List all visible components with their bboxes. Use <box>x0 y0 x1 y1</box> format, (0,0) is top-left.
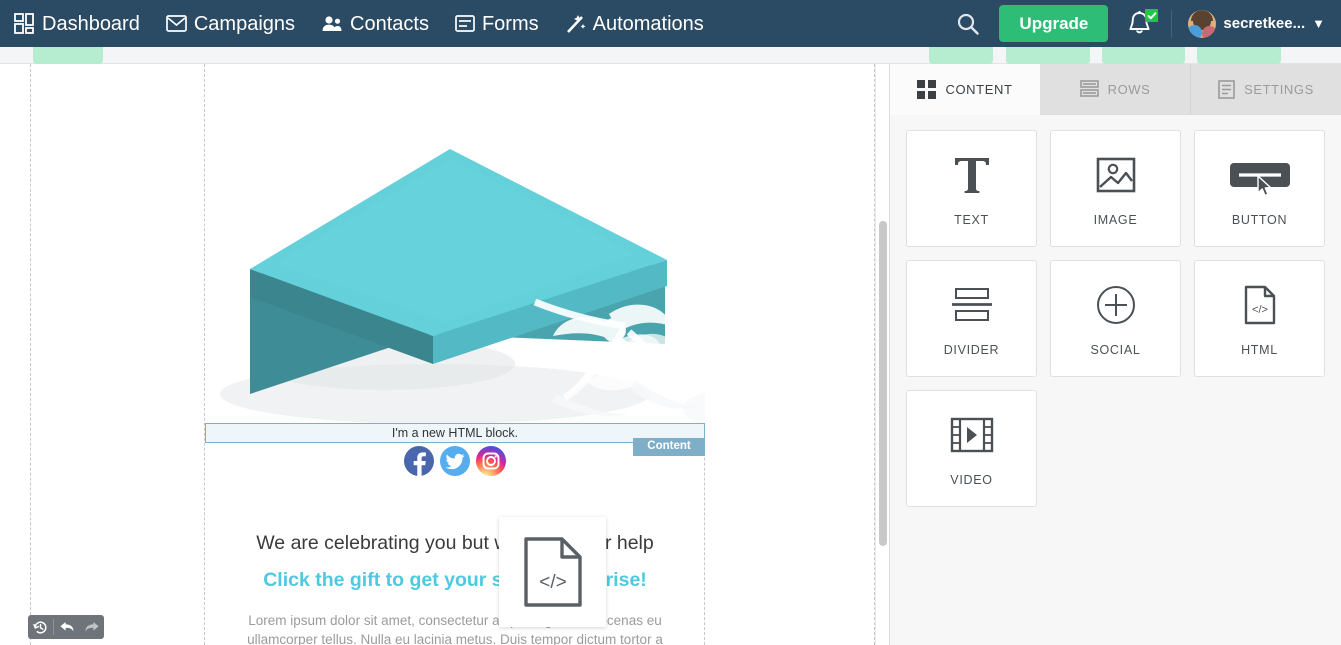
content-blocks-panel: CONTENT ROWS SETTINGS TEXT IMAGE BUTTON … <box>889 64 1341 645</box>
content-blocks-grid: TEXT IMAGE BUTTON DIVIDER SOCIAL </> HTM… <box>890 115 1341 522</box>
tab-rows-label: ROWS <box>1107 81 1151 97</box>
chevron-down-icon: ▼ <box>1312 16 1325 31</box>
text-t-icon <box>952 151 992 199</box>
html-drop-placeholder-label: I'm a new HTML block. <box>391 425 519 440</box>
mouse-cursor-icon <box>1256 174 1273 197</box>
avatar <box>1188 9 1217 38</box>
gift-image-block[interactable] <box>205 64 705 432</box>
block-html-label: HTML <box>1241 342 1278 357</box>
block-divider-label: DIVIDER <box>943 342 1000 357</box>
history-toolbar <box>28 615 104 639</box>
facebook-icon[interactable] <box>404 446 434 476</box>
redo-icon[interactable] <box>79 615 104 639</box>
nav-divider <box>1171 9 1173 38</box>
block-social[interactable]: SOCIAL <box>1050 260 1181 377</box>
block-video[interactable]: VIDEO <box>906 390 1037 507</box>
nav-item-forms[interactable]: Forms <box>455 14 539 34</box>
tab-content-label: CONTENT <box>945 81 1013 97</box>
html-drop-placeholder[interactable]: I'm a new HTML block. <box>205 423 705 443</box>
secondary-toolbar-strip <box>0 41 1341 64</box>
block-image[interactable]: IMAGE <box>1050 130 1181 247</box>
nav-label-forms: Forms <box>481 12 539 35</box>
email-paragraph[interactable]: Lorem ipsum dolor sit amet, consectetur … <box>235 611 675 645</box>
svg-text:</>: </> <box>1252 304 1268 316</box>
user-name-label: secretkee... <box>1223 15 1306 32</box>
user-menu[interactable]: secretkee... ▼ <box>1188 9 1329 38</box>
html-file-icon: </> <box>1244 281 1276 329</box>
email-headline-primary[interactable]: We are celebrating you but we need your … <box>205 532 705 555</box>
grid-icon <box>14 13 35 34</box>
nav-item-campaigns[interactable]: Campaigns <box>165 12 296 35</box>
tab-settings-label: SETTINGS <box>1244 81 1314 97</box>
html-file-icon: </> <box>523 537 582 607</box>
svg-text:</>: </> <box>539 572 566 593</box>
nav-label-contacts: Contacts <box>350 12 429 35</box>
block-divider[interactable]: DIVIDER <box>906 260 1037 377</box>
block-text[interactable]: TEXT <box>906 130 1037 247</box>
block-text-label: TEXT <box>954 212 989 227</box>
envelope-icon <box>165 15 187 32</box>
wand-icon <box>565 14 586 34</box>
nav-item-contacts[interactable]: Contacts <box>321 14 429 34</box>
primary-nav: Dashboard Campaigns Contacts Forms Autom <box>0 13 704 34</box>
instagram-icon[interactable] <box>476 446 506 476</box>
block-button-label: BUTTON <box>1231 212 1288 227</box>
nav-label-dashboard: Dashboard <box>42 12 140 35</box>
nav-label-campaigns: Campaigns <box>193 12 296 35</box>
tab-content[interactable]: CONTENT <box>890 64 1040 115</box>
nav-actions: Upgrade secretkee... ▼ <box>953 0 1341 47</box>
notification-badge <box>1145 9 1159 22</box>
block-html[interactable]: </> HTML <box>1194 260 1325 377</box>
history-icon[interactable] <box>28 615 53 639</box>
drag-ghost-html-block: </> <box>499 517 606 627</box>
people-icon <box>321 15 343 32</box>
panel-tabs: CONTENT ROWS SETTINGS <box>890 64 1341 115</box>
canvas-outer-frame: I'm a new HTML block. Content We are cel <box>30 64 875 645</box>
tab-settings[interactable]: SETTINGS <box>1191 64 1341 115</box>
nav-label-automations: Automations <box>592 12 704 35</box>
block-video-label: VIDEO <box>950 472 993 487</box>
top-navigation-bar: Dashboard Campaigns Contacts Forms Autom <box>0 0 1341 47</box>
settings-list-icon <box>1218 79 1235 99</box>
button-icon <box>1229 151 1291 199</box>
undo-icon[interactable] <box>54 615 79 639</box>
gift-box-image <box>205 64 705 432</box>
search-icon[interactable] <box>953 13 983 35</box>
grid-blocks-icon <box>917 79 937 99</box>
social-plus-icon <box>1096 281 1136 329</box>
social-block[interactable] <box>205 446 705 476</box>
canvas-scrollbar[interactable] <box>875 64 889 645</box>
divider-icon <box>950 281 994 329</box>
tab-rows[interactable]: ROWS <box>1040 64 1191 115</box>
block-image-label: IMAGE <box>1093 212 1138 227</box>
email-body[interactable]: I'm a new HTML block. Content We are cel <box>204 64 705 645</box>
nav-item-automations[interactable]: Automations <box>565 14 704 34</box>
email-editor-canvas[interactable]: I'm a new HTML block. Content We are cel <box>0 64 889 645</box>
image-icon <box>1096 151 1136 199</box>
canvas-scrollbar-thumb[interactable] <box>879 221 887 546</box>
nav-item-dashboard[interactable]: Dashboard <box>14 13 140 34</box>
notifications-button[interactable] <box>1124 9 1159 37</box>
block-button[interactable]: BUTTON <box>1194 130 1325 247</box>
email-headline-secondary[interactable]: Click the gift to get your special surpr… <box>205 569 705 592</box>
form-icon <box>455 15 475 32</box>
upgrade-button[interactable]: Upgrade <box>999 5 1109 42</box>
block-social-label: SOCIAL <box>1090 342 1141 357</box>
twitter-icon[interactable] <box>440 446 470 476</box>
rows-icon <box>1079 80 1099 98</box>
video-film-icon <box>950 411 994 459</box>
